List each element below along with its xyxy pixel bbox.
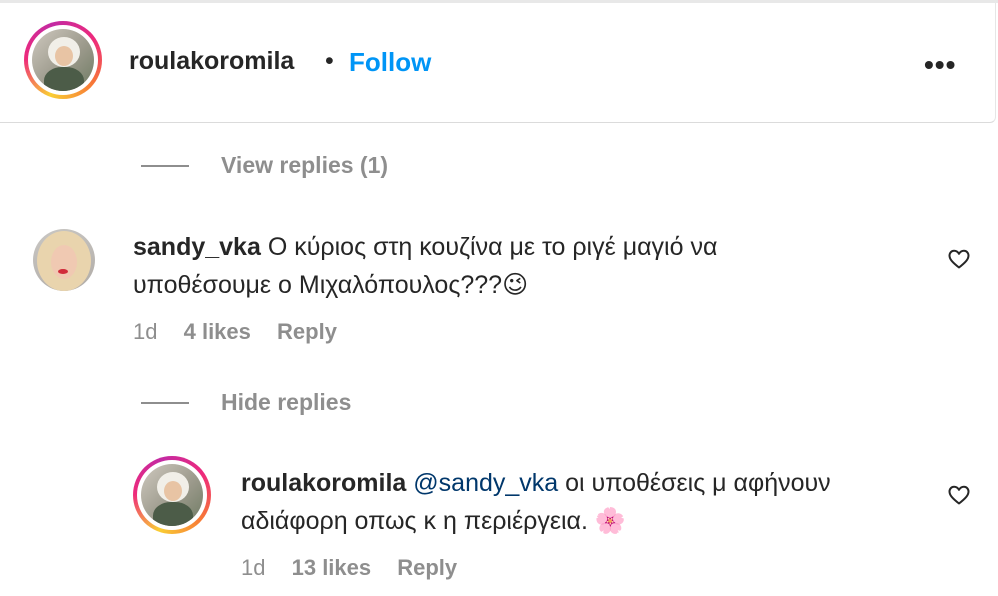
follow-button[interactable]: Follow <box>349 47 431 78</box>
reply-text-line1: οι υποθέσεις μ αφήνουν <box>565 469 831 497</box>
comment-likes[interactable]: 4 likes <box>184 319 251 344</box>
reply-likes[interactable]: 13 likes <box>292 555 372 580</box>
flower-emoji: 🌸 <box>594 506 627 535</box>
replies-line <box>141 165 189 167</box>
heart-outline-icon[interactable] <box>947 247 971 271</box>
reply-username[interactable]: roulakoromila <box>241 469 406 497</box>
comment-username[interactable]: sandy_vka <box>133 233 261 261</box>
comment-body: sandy_vka Ο κύριος στη κουζίνα με το ριγ… <box>133 228 893 304</box>
hide-replies-button[interactable]: Hide replies <box>221 389 351 416</box>
header-username[interactable]: roulakoromila <box>129 47 294 76</box>
view-replies-button[interactable]: View replies (1) <box>221 152 388 179</box>
separator-dot: • <box>325 47 334 75</box>
post-header: roulakoromila • Follow ••• <box>0 3 996 123</box>
reply-body: roulakoromila @sandy_vka οι υποθέσεις μ … <box>241 464 931 540</box>
commenter-avatar[interactable] <box>33 229 95 291</box>
comment-text-line2: υποθέσουμε ο Μιχαλόπουλος??? <box>133 271 503 299</box>
heart-outline-icon[interactable] <box>947 483 971 507</box>
reply-time: 1d <box>241 555 266 580</box>
more-options-icon[interactable]: ••• <box>924 49 956 81</box>
replies-line <box>141 402 189 404</box>
reply-meta: 1d 13 likes Reply <box>241 555 457 581</box>
story-ring[interactable] <box>133 456 211 534</box>
comment-time: 1d <box>133 319 158 344</box>
reply-reply-button[interactable]: Reply <box>397 555 457 580</box>
wink-emoji: 😉 <box>502 270 529 299</box>
comment-meta: 1d 4 likes Reply <box>133 319 337 345</box>
comment-reply-button[interactable]: Reply <box>277 319 337 344</box>
reply-avatar <box>141 464 203 526</box>
comment-text-line1: Ο κύριος στη κουζίνα με το ριγέ μαγιό να <box>267 233 718 261</box>
reply-text-line2: αδιάφορη οπως κ η περιέργεια. <box>241 507 588 535</box>
avatar <box>32 29 94 91</box>
story-ring[interactable] <box>24 21 102 99</box>
reply-mention[interactable]: @sandy_vka <box>413 469 558 497</box>
